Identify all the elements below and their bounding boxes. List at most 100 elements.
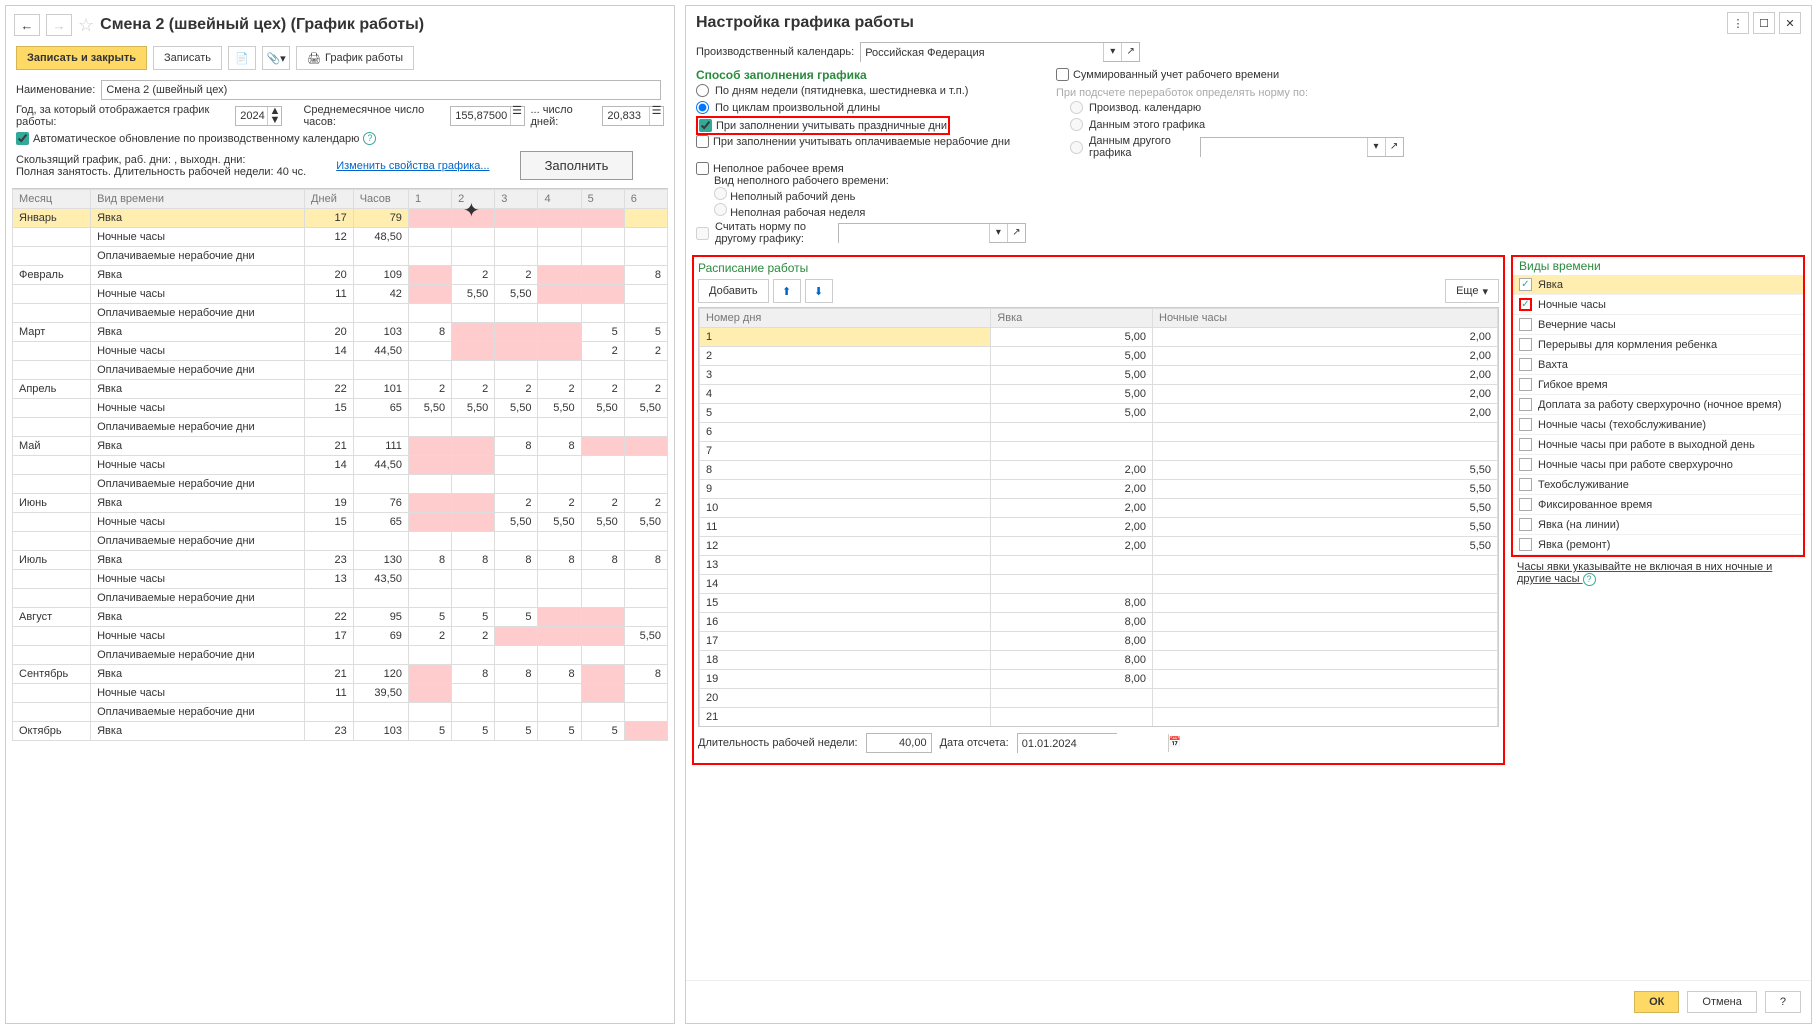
name-input[interactable]	[101, 80, 661, 100]
type-label: Явка (ремонт)	[1538, 539, 1610, 551]
week-len-label: Длительность рабочей недели:	[698, 737, 858, 749]
page-title: Смена 2 (швейный цех) (График работы)	[100, 16, 424, 34]
norm-other-label: Считать норму по другому графику:	[715, 221, 832, 245]
cancel-button[interactable]: Отмена	[1687, 991, 1756, 1013]
type-label: Ночные часы при работе в выходной день	[1538, 439, 1755, 451]
checkbox-icon[interactable]	[1519, 538, 1532, 551]
checkbox-icon[interactable]	[1519, 338, 1532, 351]
settings-title: Настройка графика работы	[696, 14, 914, 32]
close-icon[interactable]: ✕	[1779, 12, 1801, 34]
checkbox-icon[interactable]	[1519, 398, 1532, 411]
avg-hours-field[interactable]: 155,87500☰	[450, 106, 524, 126]
checkbox-icon[interactable]	[1519, 318, 1532, 331]
schedule-table[interactable]: МесяцВид времениДнейЧасов123456ЯнварьЯвк…	[12, 189, 668, 741]
type-label: Доплата за работу сверхурочно (ночное вр…	[1538, 399, 1782, 411]
type-item[interactable]: Явка	[1513, 275, 1803, 295]
checkbox-icon[interactable]	[1519, 438, 1532, 451]
calendar-label: Производственный календарь:	[696, 46, 854, 58]
type-label: Ночные часы при работе сверхурочно	[1538, 459, 1733, 471]
days-table[interactable]: Номер дняЯвкаНочные часы15,002,0025,002,…	[699, 308, 1498, 727]
type-label: Явка	[1538, 279, 1563, 291]
move-up-button[interactable]: ⬆	[773, 279, 801, 303]
desc-line2: Полная занятость. Длительность рабочей н…	[16, 166, 306, 178]
type-label: Гибкое время	[1538, 379, 1608, 391]
save-close-button[interactable]: Записать и закрыть	[16, 46, 147, 70]
type-item[interactable]: Ночные часы при работе сверхурочно	[1513, 455, 1803, 475]
radio-part-day: Неполный рабочий день	[714, 191, 855, 203]
checkbox-icon[interactable]	[1519, 518, 1532, 531]
more-button[interactable]: Еще ▾	[1445, 279, 1499, 303]
type-item[interactable]: Явка (на линии)	[1513, 515, 1803, 535]
menu-icon[interactable]: ⋮	[1727, 12, 1749, 34]
type-item[interactable]: Фиксированное время	[1513, 495, 1803, 515]
add-button[interactable]: Добавить	[698, 279, 769, 303]
type-label: Ночные часы	[1538, 299, 1606, 311]
type-item[interactable]: Вахта	[1513, 355, 1803, 375]
type-item[interactable]: Ночные часы	[1513, 295, 1803, 315]
radio-by-weekdays[interactable]: По дням недели (пятидневка, шестидневка …	[696, 82, 1036, 99]
parttime-kind-label: Вид неполного рабочего времени:	[714, 175, 1036, 187]
fill-button[interactable]: Заполнить	[520, 151, 634, 180]
radio-part-week: Неполная рабочая неделя	[714, 207, 865, 219]
auto-update-checkbox[interactable]	[16, 132, 29, 145]
type-item[interactable]: Ночные часы (техобслуживание)	[1513, 415, 1803, 435]
type-item[interactable]: Техобслуживание	[1513, 475, 1803, 495]
type-label: Фиксированное время	[1538, 499, 1652, 511]
radio-by-cycles[interactable]: По циклам произвольной длины	[696, 99, 1036, 116]
type-label: Ночные часы (техобслуживание)	[1538, 419, 1706, 431]
type-label: Явка (на линии)	[1538, 519, 1620, 531]
checkbox-icon[interactable]	[1519, 358, 1532, 371]
summarized-checkbox[interactable]: Суммированный учет рабочего времени	[1056, 68, 1404, 81]
days-label: ... число дней:	[531, 104, 597, 128]
year-label: Год, за который отображается график рабо…	[16, 104, 229, 128]
cursor-icon: ✦	[463, 198, 480, 223]
type-item[interactable]: Перерывы для кормления ребенка	[1513, 335, 1803, 355]
calendar-icon[interactable]: 📅	[1168, 734, 1181, 752]
nav-back[interactable]: ←	[14, 14, 40, 36]
paid-nonwork-checkbox[interactable]: При заполнении учитывать оплачиваемые не…	[696, 135, 1036, 148]
type-item[interactable]: Доплата за работу сверхурочно (ночное вр…	[1513, 395, 1803, 415]
calendar-select[interactable]: ▾↗	[860, 42, 1140, 62]
schedule-header: Расписание работы	[698, 261, 1499, 275]
help-button[interactable]: ?	[1765, 991, 1801, 1013]
maximize-icon[interactable]: ☐	[1753, 12, 1775, 34]
edit-props-link[interactable]: Изменить свойства графика...	[336, 160, 489, 172]
radio-norm-other: Данным другого графика ▾↗	[1070, 133, 1404, 161]
checkbox-icon[interactable]	[1519, 298, 1532, 311]
type-item[interactable]: Гибкое время	[1513, 375, 1803, 395]
favorite-star-icon[interactable]: ☆	[78, 15, 94, 36]
checkbox-icon[interactable]	[1519, 478, 1532, 491]
date-from-input[interactable]: 📅	[1017, 733, 1117, 753]
checkbox-icon[interactable]	[1519, 498, 1532, 511]
method-header: Способ заполнения графика	[696, 68, 1036, 82]
days-field[interactable]: 20,833☰	[602, 106, 664, 126]
week-len-input[interactable]	[866, 733, 932, 753]
norm-other-checkbox	[696, 227, 709, 240]
attach-icon-button[interactable]: 📎▾	[262, 46, 290, 70]
checkbox-icon[interactable]	[1519, 458, 1532, 471]
hint-link[interactable]: Часы явки указывайте не включая в них но…	[1511, 561, 1811, 586]
checkbox-icon[interactable]	[1519, 378, 1532, 391]
avg-hours-label: Среднемесячное число часов:	[303, 104, 444, 128]
work-schedule-button[interactable]: 🖨График работы	[296, 46, 414, 70]
auto-update-label: Автоматическое обновление по производств…	[33, 133, 359, 145]
ok-button[interactable]: ОК	[1634, 991, 1679, 1013]
nav-fwd[interactable]: →	[46, 14, 72, 36]
type-item[interactable]: Ночные часы при работе в выходной день	[1513, 435, 1803, 455]
desc-line1: Скользящий график, раб. дни: , выходн. д…	[16, 154, 306, 166]
type-item[interactable]: Вечерние часы	[1513, 315, 1803, 335]
year-spinner[interactable]: 2024▲▼	[235, 106, 282, 126]
type-label: Перерывы для кормления ребенка	[1538, 339, 1717, 351]
types-header: Виды времени	[1513, 257, 1803, 275]
checkbox-icon[interactable]	[1519, 418, 1532, 431]
report-icon-button[interactable]: 📄	[228, 46, 256, 70]
help-icon[interactable]: ?	[363, 132, 376, 145]
name-label: Наименование:	[16, 84, 95, 96]
holidays-checkbox[interactable]: При заполнении учитывать праздничные дни	[696, 116, 950, 135]
move-down-button[interactable]: ⬇	[805, 279, 833, 303]
checkbox-icon[interactable]	[1519, 278, 1532, 291]
type-item[interactable]: Явка (ремонт)	[1513, 535, 1803, 555]
parttime-checkbox[interactable]: Неполное рабочее время	[696, 162, 1036, 175]
overtime-norm-label: При подсчете переработок определять норм…	[1056, 87, 1404, 99]
save-button[interactable]: Записать	[153, 46, 222, 70]
